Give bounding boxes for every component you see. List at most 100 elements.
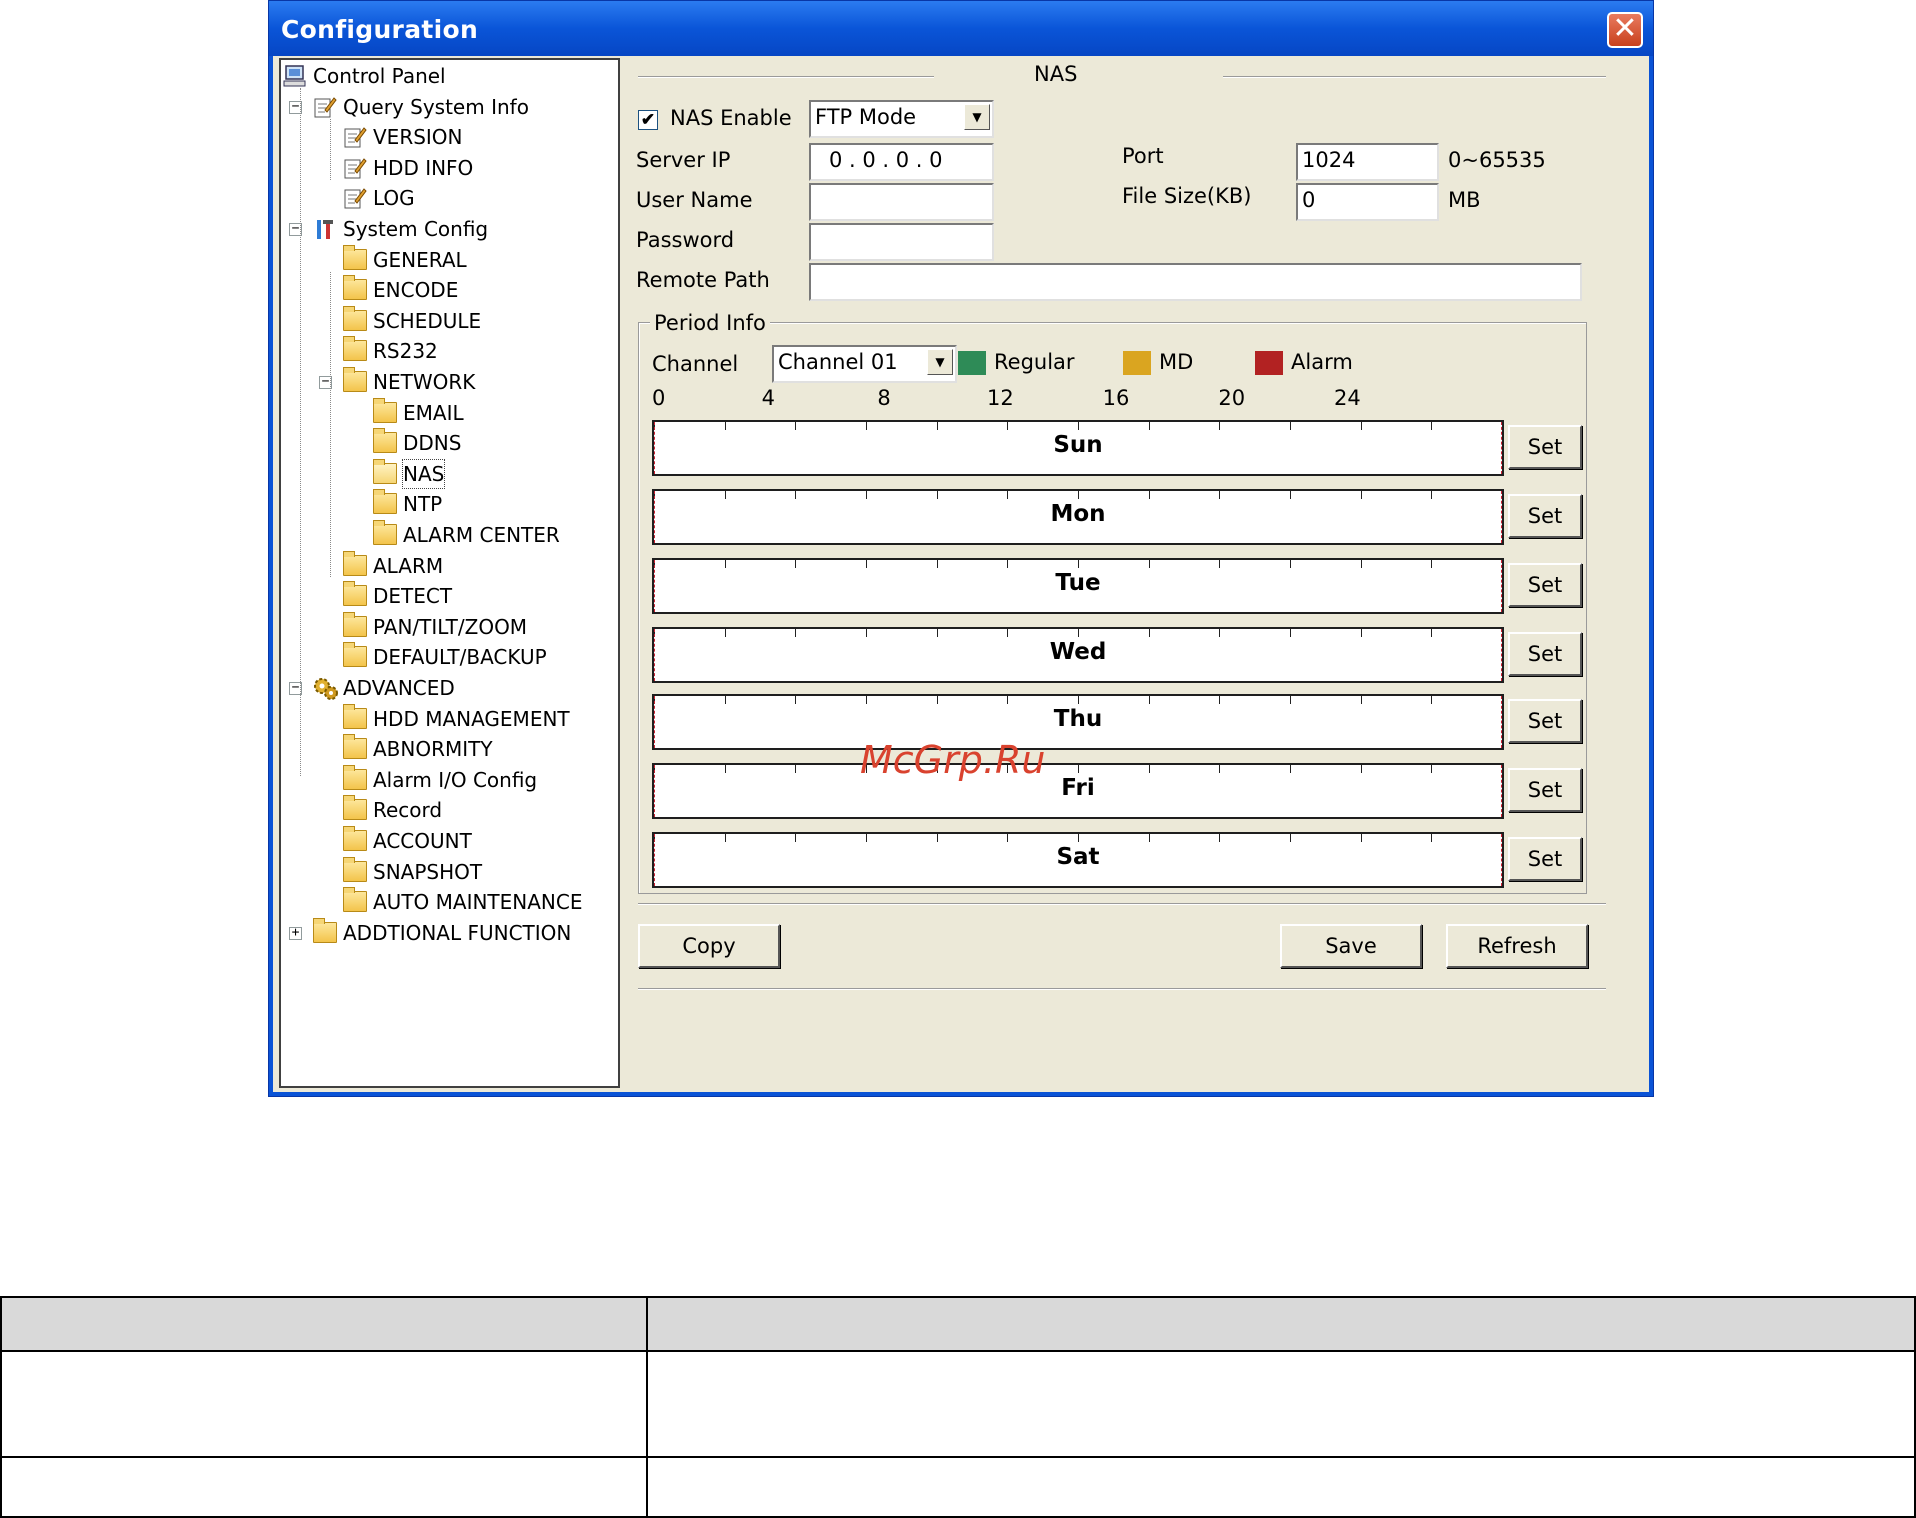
schedule-bar-sun[interactable]: Sun: [652, 420, 1504, 476]
schedule-bar-fri[interactable]: Fri: [652, 763, 1504, 819]
hour-tick: [1502, 491, 1503, 499]
tree-item-label: ABNORMITY: [373, 737, 493, 762]
hour-tick: [795, 629, 797, 637]
schedule-bar-sat[interactable]: Sat: [652, 832, 1504, 888]
tree-item-label: NAS: [401, 458, 446, 489]
nas-enable-checkbox[interactable]: ✔: [638, 110, 658, 130]
set-button-sat[interactable]: Set: [1508, 837, 1582, 881]
gears-icon: [313, 677, 338, 700]
tree-item-pan-tilt-zoom[interactable]: PAN/TILT/ZOOM: [281, 611, 611, 641]
title-bar[interactable]: Configuration ✕: [269, 1, 1653, 56]
schedule-bar-mon[interactable]: Mon: [652, 489, 1504, 545]
schedule-bar-tue[interactable]: Tue: [652, 558, 1504, 614]
folder-icon: [343, 305, 367, 331]
tree-item-record[interactable]: Record: [281, 795, 611, 824]
notepad-icon: [343, 157, 367, 179]
document-table: [0, 1296, 1916, 1518]
folder-icon: [343, 764, 367, 790]
tree-item-abnormity[interactable]: ABNORMITY: [281, 734, 611, 763]
tree-item-label: ENCODE: [373, 278, 459, 303]
schedule-bar-wed[interactable]: Wed: [652, 627, 1504, 683]
tree-item-auto-maintenance[interactable]: AUTO MAINTENANCE: [281, 887, 611, 916]
hour-tick-label: 20: [1218, 386, 1246, 410]
tree-item-label: Control Panel: [313, 64, 446, 88]
tree-item-label: VERSION: [373, 125, 463, 150]
folder-icon: [373, 428, 397, 454]
hour-tick: [1078, 696, 1079, 704]
user-name-field[interactable]: [809, 183, 994, 221]
channel-select[interactable]: Channel 01 ▼: [772, 345, 957, 383]
server-ip-label: Server IP: [636, 148, 731, 172]
tree-item-label: Query System Info: [343, 94, 529, 119]
tree-item-query-system-info[interactable]: Query System Info −: [281, 93, 611, 121]
remote-path-field[interactable]: [809, 263, 1582, 301]
file-size-label: File Size(KB): [1122, 184, 1252, 208]
hour-tick: [1290, 491, 1291, 499]
hour-tick: [1502, 560, 1503, 568]
tree-item-control-panel[interactable]: Control Panel: [281, 62, 611, 90]
server-ip-field[interactable]: 0 . 0 . 0 . 0: [809, 143, 994, 181]
close-button[interactable]: ✕: [1607, 12, 1643, 48]
day-label: Sat: [1056, 844, 1100, 870]
tree-item-system-config[interactable]: System Config −: [281, 215, 611, 243]
tree-item-advanced[interactable]: ADVANCED −: [281, 674, 611, 702]
save-button[interactable]: Save: [1280, 924, 1422, 968]
tree-item-log[interactable]: LOG: [281, 184, 611, 212]
watermark: McGrp.Ru: [860, 738, 1046, 782]
tree-item-detect[interactable]: DETECT: [281, 581, 611, 610]
notepad-icon: [343, 187, 367, 209]
set-button-sun[interactable]: Set: [1508, 425, 1582, 469]
copy-button[interactable]: Copy: [638, 924, 780, 968]
tree-item-general[interactable]: GENERAL: [281, 244, 611, 274]
chevron-down-icon[interactable]: ▼: [927, 349, 953, 375]
folder-icon: [343, 275, 367, 301]
hour-tick: [936, 629, 938, 637]
tree-item-alarm-i-o-config[interactable]: Alarm I/O Config: [281, 764, 611, 794]
legend-label-regular: Regular: [994, 350, 1075, 374]
password-field[interactable]: [809, 223, 994, 261]
tree-item-account[interactable]: ACCOUNT: [281, 826, 611, 855]
tree-item-hdd-management[interactable]: HDD MANAGEMENT: [281, 703, 611, 733]
table-cell: [646, 1456, 1916, 1518]
tree-item-snapshot[interactable]: SNAPSHOT: [281, 856, 611, 886]
legend-swatch-regular: [958, 351, 986, 375]
channel-value: Channel 01: [778, 350, 898, 374]
set-button-fri[interactable]: Set: [1508, 768, 1582, 812]
schedule-bar-thu[interactable]: Thu: [652, 694, 1504, 750]
tree-connector: [300, 88, 301, 776]
hour-tick: [1360, 834, 1362, 842]
hour-tick: [1078, 422, 1079, 430]
set-button-mon[interactable]: Set: [1508, 494, 1582, 538]
day-label: Wed: [1049, 639, 1107, 665]
hour-tick: [936, 696, 938, 704]
refresh-button[interactable]: Refresh: [1446, 924, 1588, 968]
hour-tick-label: 0: [652, 386, 666, 410]
nas-mode-select[interactable]: FTP Mode ▼: [809, 100, 994, 138]
hour-tick: [795, 422, 797, 430]
hour-tick: [1431, 560, 1433, 568]
tree-item-default-backup[interactable]: DEFAULT/BACKUP: [281, 642, 611, 671]
tree-item-label: ADVANCED: [343, 676, 455, 700]
port-field[interactable]: 1024: [1296, 143, 1439, 181]
file-size-field[interactable]: 0: [1296, 183, 1439, 221]
tree-item-addtional-function[interactable]: ADDTIONAL FUNCTION +: [281, 917, 611, 947]
config-tree[interactable]: Control Panel Query System Info − VERSION HD…: [279, 58, 620, 1088]
table-cell: [0, 1350, 648, 1458]
folder-icon: [343, 703, 367, 729]
set-button-thu[interactable]: Set: [1508, 699, 1582, 743]
folder-icon: [343, 244, 367, 270]
chevron-down-icon[interactable]: ▼: [964, 104, 990, 130]
hour-tick: [936, 422, 938, 430]
folder-icon: [373, 520, 397, 545]
hour-tick: [724, 491, 726, 499]
tree-item-label: NTP: [403, 492, 443, 517]
folder-icon: [343, 550, 367, 576]
hour-tick: [1148, 696, 1150, 704]
expand-icon[interactable]: +: [289, 926, 302, 940]
hour-tick: [1078, 491, 1079, 499]
hour-tick-label: 12: [987, 386, 1014, 410]
hour-tick: [866, 696, 867, 704]
set-button-tue[interactable]: Set: [1508, 563, 1582, 607]
legend-swatch-md: [1123, 351, 1151, 375]
set-button-wed[interactable]: Set: [1508, 632, 1582, 676]
